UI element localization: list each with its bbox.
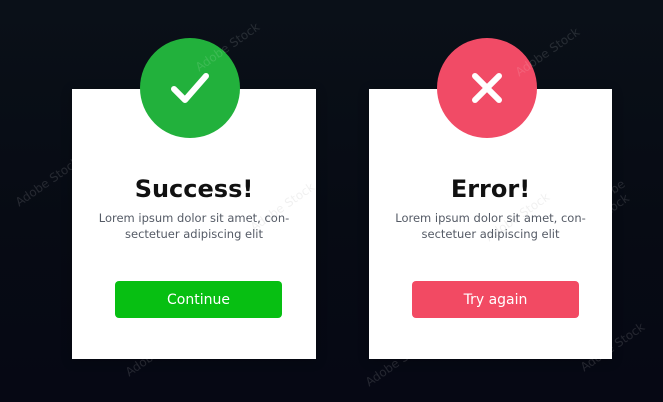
success-badge xyxy=(140,38,240,138)
error-badge xyxy=(437,38,537,138)
checkmark-icon xyxy=(171,73,209,103)
error-description-line-1: Lorem ipsum dolor sit amet, con- xyxy=(395,211,586,225)
success-description: Lorem ipsum dolor sit amet, con- sectetu… xyxy=(72,210,316,242)
success-title: Success! xyxy=(134,175,254,203)
success-description-line-1: Lorem ipsum dolor sit amet, con- xyxy=(98,211,290,225)
try-again-button[interactable]: Try again xyxy=(412,281,579,318)
continue-button[interactable]: Continue xyxy=(115,281,282,318)
error-title: Error! xyxy=(450,175,531,203)
error-description: Lorem ipsum dolor sit amet, con- sectetu… xyxy=(369,210,612,242)
error-description-line-2: sectetuer adipiscing elit xyxy=(421,227,560,241)
success-description-line-2: sectetuer adipiscing elit xyxy=(125,227,263,241)
close-x-icon xyxy=(472,73,502,103)
